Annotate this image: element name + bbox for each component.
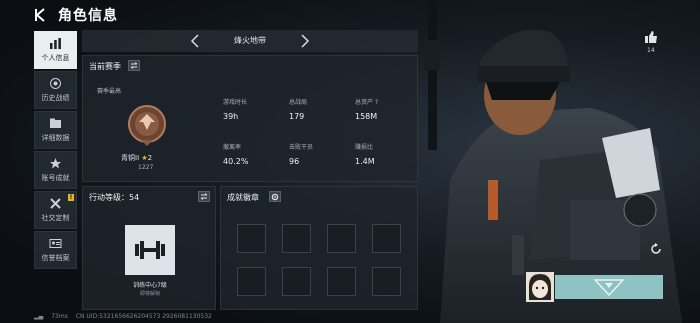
badge-slot[interactable]: [327, 267, 356, 296]
action-level-panel: 行动等级：54 训练中心7级 即将解锁: [82, 186, 216, 310]
page-title: 角色信息: [58, 8, 118, 24]
stat-value: 39h: [223, 112, 239, 121]
stat-label: 总战局: [289, 99, 308, 106]
id-card-icon: [49, 239, 62, 248]
panel-title: 当前赛季: [89, 62, 121, 71]
training-center-icon[interactable]: [125, 225, 175, 275]
help-icon[interactable]: ?: [375, 99, 378, 106]
tools-icon: [50, 198, 61, 209]
sidebar-item-profile[interactable]: 个人信息: [34, 31, 77, 69]
stat-extraction-rate: 撤离率 40.2%: [223, 142, 248, 166]
uid: CN UID:5321656626204573 2926081130532: [75, 313, 212, 320]
panel-title: 成就徽章: [227, 193, 259, 202]
rank-stars: 2: [147, 154, 153, 162]
season-selector: 烽火地带: [82, 30, 418, 52]
sidebar-item-label: 个人信息: [41, 54, 70, 62]
namecard-logo-icon: [593, 279, 625, 297]
latency: 73ms: [51, 313, 68, 320]
stat-operators-defeated: 击败干员 96: [289, 142, 313, 166]
level-value: 54: [129, 193, 140, 202]
avatar[interactable]: [526, 272, 554, 302]
sidebar-item-label: 社交定制: [41, 214, 70, 222]
sidebar-item-label: 信誉档案: [41, 254, 70, 262]
swap-icon: [200, 193, 208, 200]
season-name: 烽火地带: [234, 36, 266, 45]
sidebar-item-credit[interactable]: 信誉档案: [34, 231, 77, 269]
switch-button[interactable]: [128, 60, 140, 71]
peak-label: 赛季最高: [97, 88, 122, 95]
notification-badge: !: [68, 194, 74, 201]
stat-value: 40.2%: [223, 157, 249, 166]
stat-total-matches: 总战局 179: [289, 97, 307, 121]
back-arrow-icon[interactable]: [34, 8, 48, 22]
sidebar-item-history[interactable]: 历史战绩: [34, 71, 77, 109]
sidebar-item-label: 历史战绩: [41, 94, 70, 102]
sidebar-item-social[interactable]: 社交定制 !: [34, 191, 77, 229]
switch-button[interactable]: [198, 191, 210, 202]
badge-slot[interactable]: [327, 224, 356, 253]
namecard[interactable]: [555, 275, 663, 299]
stat-label-text: 总资产: [355, 99, 374, 106]
gear-icon: [271, 193, 279, 200]
badge-grid: [237, 224, 401, 296]
sidebar-item-label: 账号成就: [41, 174, 70, 182]
stat-play-time: 游戏时长 39h: [223, 97, 247, 121]
sidebar-item-label: 详细数据: [41, 134, 70, 142]
stat-total-assets: 总资产 ? 158M: [355, 97, 378, 121]
unlock-hint: 即将解锁: [139, 291, 160, 297]
stat-value: 1.4M: [355, 157, 375, 166]
badge-slot[interactable]: [372, 267, 401, 296]
badge-slot[interactable]: [237, 224, 266, 253]
badge-slot[interactable]: [372, 224, 401, 253]
badge-slot[interactable]: [282, 267, 311, 296]
level-title: 行动等级：: [89, 193, 129, 202]
dumbbell-icon: [135, 241, 165, 259]
chevron-right-icon[interactable]: [300, 34, 310, 48]
training-center-label: 训练中心7级: [133, 282, 167, 289]
stat-label: 赚损比: [355, 144, 374, 151]
bar-chart-icon: [50, 38, 61, 49]
footer-status: ▂▄ 73ms CN UID:5321656626204573 2926081130…: [34, 313, 220, 320]
rank-name: 青铜II ★2: [121, 153, 152, 163]
signal-icon: ▂▄: [34, 313, 44, 320]
settings-button[interactable]: [269, 191, 281, 202]
bronze-rank-emblem-icon: [128, 105, 166, 146]
medal-icon: [50, 158, 61, 169]
badge-slot[interactable]: [282, 224, 311, 253]
target-icon: [50, 78, 61, 89]
like-count: 14: [647, 47, 655, 54]
thumbs-up-icon[interactable]: [644, 30, 658, 44]
stat-value: 158M: [355, 112, 378, 121]
stat-label: 击败干员: [289, 144, 314, 151]
current-season-panel: 当前赛季 赛季最高 青铜II ★2 1227 游戏时长 39h 总战局 179 …: [82, 55, 418, 182]
stat-profit-loss: 赚损比 1.4M: [355, 142, 375, 166]
sidebar-item-details[interactable]: 详细数据: [34, 111, 77, 149]
swap-icon: [130, 62, 138, 69]
panel-title: 行动等级：54: [89, 192, 139, 203]
top-header: 角色信息: [0, 0, 700, 30]
folder-icon: [50, 118, 61, 128]
stat-label: 撤离率: [223, 144, 242, 151]
badge-slot[interactable]: [237, 267, 266, 296]
stat-label: 总资产 ?: [355, 97, 378, 106]
rank-score: 1227: [138, 164, 154, 171]
stat-label: 游戏时长: [223, 99, 248, 106]
sidebar-item-achievements[interactable]: 账号成就: [34, 151, 77, 189]
stat-value: 96: [289, 157, 300, 166]
rank-tier: 青铜II: [121, 154, 140, 162]
stat-value: 179: [289, 112, 305, 121]
achievements-panel: 成就徽章: [220, 186, 418, 310]
avatar-portrait-icon: [529, 274, 551, 300]
rotate-icon[interactable]: [650, 243, 662, 255]
sidebar: 个人信息 历史战绩 详细数据 账号成就 社交定制 ! 信誉档案: [34, 31, 77, 271]
